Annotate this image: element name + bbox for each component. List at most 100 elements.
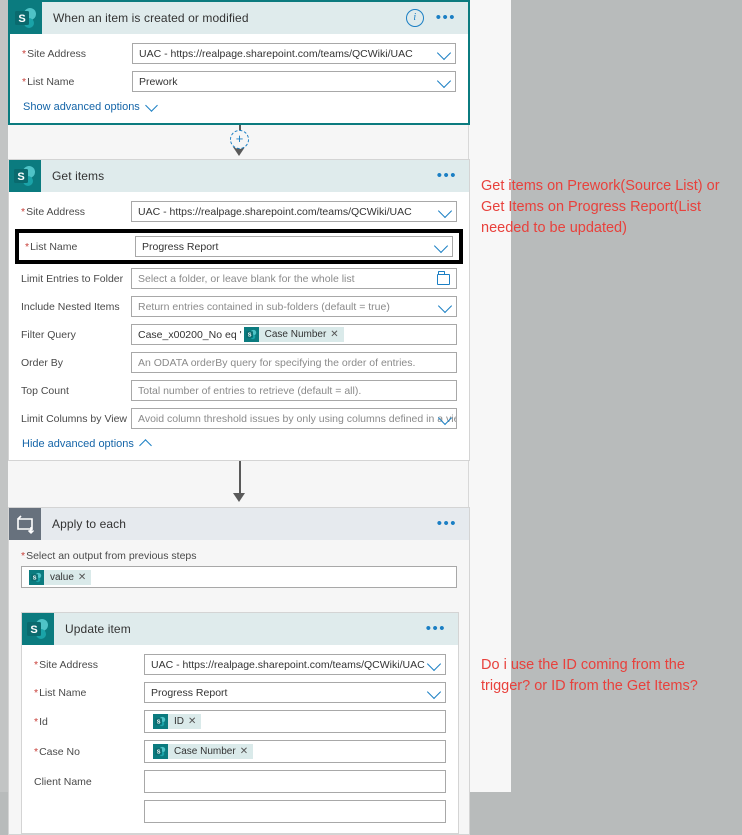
trigger-card[interactable]: S When an item is created or modified i … <box>8 0 470 125</box>
ellipsis-icon[interactable]: ••• <box>437 516 457 531</box>
required-asterisk: * <box>34 745 39 758</box>
token-chip[interactable]: S value ✕ <box>29 569 92 585</box>
field-label: *Site Address <box>34 659 144 671</box>
sharepoint-icon: S <box>29 569 44 585</box>
update-item-card-header[interactable]: S Update item ••• <box>22 613 458 645</box>
field-label: Order By <box>21 357 131 369</box>
field-label: Limit Columns by View <box>21 413 131 425</box>
field-label: Limit Entries to Folder <box>21 273 131 285</box>
label-text: Select an output from previous steps <box>26 550 197 562</box>
trigger-title: When an item is created or modified <box>53 11 249 25</box>
label-text: Site Address <box>26 205 86 218</box>
remove-token-icon[interactable]: ✕ <box>188 716 201 727</box>
updateitem-field-id: *Id S ID ✕ <box>34 710 446 733</box>
list-name-dropdown[interactable]: Progress Report <box>144 682 446 703</box>
field-value: Prework <box>139 75 178 88</box>
required-asterisk: * <box>22 75 27 88</box>
updateitem-field-site-address: *Site Address UAC - https://realpage.sha… <box>34 654 446 675</box>
getitems-field-order-by: Order By An ODATA orderBy query for spec… <box>21 352 457 373</box>
label-text: Site Address <box>27 47 87 60</box>
select-output-input[interactable]: S value ✕ <box>21 566 457 588</box>
trigger-card-header[interactable]: S When an item is created or modified i … <box>10 2 468 34</box>
field-value: Progress Report <box>151 686 228 699</box>
get-items-card-body: *Site Address UAC - https://realpage.sha… <box>9 192 469 460</box>
updateitem-field-list-name: *List Name Progress Report <box>34 682 446 703</box>
updateitem-field-next-partial <box>34 800 446 823</box>
top-count-input[interactable]: Total number of entries to retrieve (def… <box>131 380 457 401</box>
chevron-down-icon[interactable] <box>426 684 442 699</box>
order-by-input[interactable]: An ODATA orderBy query for specifying th… <box>131 352 457 373</box>
case-no-input[interactable]: S Case Number ✕ <box>144 740 446 763</box>
label-text: List Name <box>39 686 87 699</box>
trigger-field-site-address: *Site Address UAC - https://realpage.sha… <box>22 43 456 64</box>
apply-to-each-card[interactable]: Apply to each ••• *Select an output from… <box>8 507 470 835</box>
limit-columns-by-view-dropdown[interactable]: Avoid column threshold issues by only us… <box>131 408 457 429</box>
ellipsis-icon[interactable]: ••• <box>437 168 457 183</box>
client-name-input[interactable] <box>144 770 446 793</box>
svg-text:S: S <box>18 13 25 25</box>
filter-query-input[interactable]: Case_x00200_No eq ' S Case Number ✕ <box>131 324 457 345</box>
get-items-title: Get items <box>52 169 105 183</box>
include-nested-items-dropdown[interactable]: Return entries contained in sub-folders … <box>131 296 457 317</box>
chevron-down-icon[interactable] <box>437 298 453 313</box>
update-item-card-body: *Site Address UAC - https://realpage.sha… <box>22 645 458 833</box>
insert-step-plus-icon[interactable]: + <box>230 130 249 149</box>
label-text: Limit Entries to Folder <box>21 272 124 285</box>
field-label: Filter Query <box>21 329 131 341</box>
label-text: Client Name <box>34 775 92 788</box>
sharepoint-icon: S <box>10 2 42 34</box>
remove-token-icon[interactable]: ✕ <box>330 329 343 340</box>
limit-entries-folder-picker[interactable]: Select a folder, or leave blank for the … <box>131 268 457 289</box>
list-name-dropdown[interactable]: Progress Report <box>135 236 453 257</box>
chevron-down-icon[interactable] <box>436 45 452 60</box>
site-address-dropdown[interactable]: UAC - https://realpage.sharepoint.com/te… <box>131 201 457 222</box>
sharepoint-icon: S <box>243 327 259 342</box>
field-placeholder: Total number of entries to retrieve (def… <box>138 384 362 397</box>
ellipsis-icon[interactable]: ••• <box>436 10 456 25</box>
label-text: Id <box>39 715 48 728</box>
update-item-card[interactable]: S Update item ••• *Site Address UAC - ht… <box>21 612 459 834</box>
sharepoint-logo-glyph: S <box>155 746 166 757</box>
label-text: Order By <box>21 356 64 369</box>
label-text: Include Nested Items <box>21 300 120 313</box>
chevron-down-icon[interactable] <box>426 656 442 671</box>
getitems-field-filter-query: Filter Query Case_x00200_No eq ' S Case … <box>21 324 457 345</box>
label-text: List Name <box>27 75 75 88</box>
apply-to-each-nested-actions: S Update item ••• *Site Address UAC - ht… <box>9 600 469 834</box>
info-icon[interactable]: i <box>405 9 424 27</box>
list-name-dropdown[interactable]: Prework <box>132 71 456 92</box>
select-output-label: *Select an output from previous steps <box>21 550 457 562</box>
id-input[interactable]: S ID ✕ <box>144 710 446 733</box>
remove-token-icon[interactable]: ✕ <box>240 746 253 757</box>
ellipsis-icon[interactable]: ••• <box>426 621 446 636</box>
token-chip[interactable]: S Case Number ✕ <box>153 744 254 759</box>
getitems-field-include-nested-items: Include Nested Items Return entries cont… <box>21 296 457 317</box>
field-value: Return entries contained in sub-folders … <box>138 300 390 313</box>
get-items-card[interactable]: S Get items ••• *Site Address UAC - http… <box>8 159 470 461</box>
token-label: ID <box>174 716 184 727</box>
getitems-field-site-address: *Site Address UAC - https://realpage.sha… <box>21 201 457 222</box>
token-label: Case Number <box>264 329 327 340</box>
site-address-dropdown[interactable]: UAC - https://realpage.sharepoint.com/te… <box>132 43 456 64</box>
folder-icon[interactable] <box>437 271 450 285</box>
token-chip[interactable]: S ID ✕ <box>153 714 202 729</box>
update-item-header-actions: ••• <box>426 621 458 636</box>
get-items-card-header[interactable]: S Get items ••• <box>9 160 469 192</box>
show-advanced-options-link[interactable]: Show advanced options <box>23 98 456 113</box>
svg-text:S: S <box>157 749 161 755</box>
field-label: *List Name <box>22 76 132 88</box>
hide-advanced-options-link[interactable]: Hide advanced options <box>22 438 457 452</box>
site-address-dropdown[interactable]: UAC - https://realpage.sharepoint.com/te… <box>144 654 446 675</box>
remove-token-icon[interactable]: ✕ <box>78 572 91 583</box>
chevron-down-icon[interactable] <box>436 73 452 88</box>
sharepoint-icon: S <box>22 613 54 645</box>
apply-to-each-header[interactable]: Apply to each ••• <box>9 508 469 540</box>
next-field-input[interactable] <box>144 800 446 823</box>
token-chip[interactable]: S Case Number ✕ <box>243 327 344 342</box>
field-value: UAC - https://realpage.sharepoint.com/te… <box>139 47 413 60</box>
connector-arrow-icon <box>233 493 245 502</box>
chevron-down-icon[interactable] <box>437 203 453 218</box>
chevron-down-icon[interactable] <box>433 238 449 253</box>
sharepoint-icon: S <box>153 744 168 759</box>
required-asterisk: * <box>34 715 39 728</box>
